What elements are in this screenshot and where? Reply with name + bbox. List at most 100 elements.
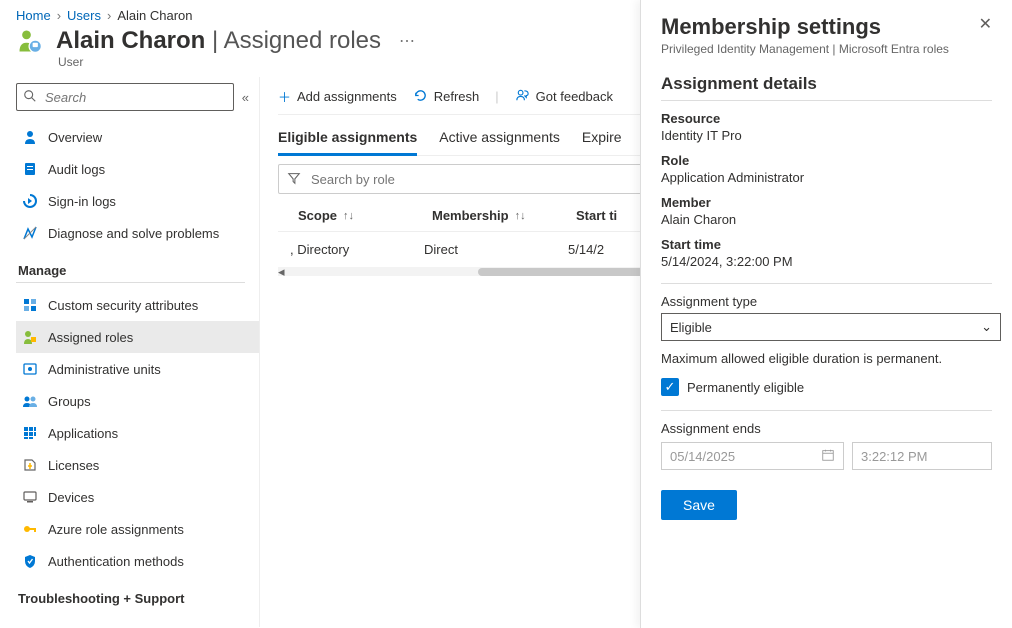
chevron-right-icon: › [57, 8, 61, 23]
licenses-icon [22, 457, 38, 473]
sidebar-item-label: Assigned roles [48, 330, 133, 345]
roles-icon [22, 329, 38, 345]
button-label: Got feedback [536, 89, 613, 104]
sidebar-item-label: Groups [48, 394, 91, 409]
attributes-icon [22, 297, 38, 313]
checkbox-checked-icon: ✓ [661, 378, 679, 396]
tab-active[interactable]: Active assignments [439, 129, 560, 155]
member-value: Alain Charon [661, 212, 992, 227]
end-date-value: 05/14/2025 [670, 449, 735, 464]
sidebar-item-label: Custom security attributes [48, 298, 198, 313]
sidebar-item-custom-security[interactable]: Custom security attributes [16, 289, 259, 321]
select-value: Eligible [670, 320, 712, 335]
breadcrumb-users[interactable]: Users [67, 8, 101, 23]
sidebar-item-applications[interactable]: Applications [16, 417, 259, 449]
role-filter-input[interactable] [309, 171, 649, 188]
member-label: Member [661, 195, 992, 210]
user-name: Alain Charon [56, 27, 205, 54]
breadcrumb-home[interactable]: Home [16, 8, 51, 23]
page-title: Alain Charon | Assigned roles [56, 27, 381, 54]
close-panel-button[interactable]: ✕ [979, 14, 992, 34]
refresh-icon [413, 88, 428, 106]
assignment-details-heading: Assignment details [661, 74, 992, 101]
sidebar-heading-manage: Manage [18, 263, 259, 278]
sidebar-item-diagnose[interactable]: Diagnose and solve problems [16, 217, 259, 249]
chevron-right-icon: › [107, 8, 111, 23]
resource-value: Identity IT Pro [661, 128, 992, 143]
search-icon [23, 89, 37, 106]
person-icon [22, 129, 38, 145]
sidebar-item-label: Authentication methods [48, 554, 184, 569]
sidebar-item-auth-methods[interactable]: Authentication methods [16, 545, 259, 577]
column-scope[interactable]: Scope↑↓ [298, 208, 428, 223]
assignment-type-select[interactable]: Eligible ⌄ [661, 313, 1001, 341]
sidebar-item-groups[interactable]: Groups [16, 385, 259, 417]
tab-expired[interactable]: Expire [582, 129, 622, 155]
start-time-label: Start time [661, 237, 992, 252]
more-actions-button[interactable]: ⋯ [393, 31, 421, 51]
sidebar-item-label: Azure role assignments [48, 522, 184, 537]
apps-icon [22, 425, 38, 441]
add-assignments-button[interactable]: ＋ Add assignments [278, 87, 397, 106]
signin-icon [22, 193, 38, 209]
sidebar-item-overview[interactable]: Overview [16, 121, 259, 153]
sidebar-item-signin-logs[interactable]: Sign-in logs [16, 185, 259, 217]
start-time-value: 5/14/2024, 3:22:00 PM [661, 254, 992, 269]
admin-units-icon [22, 361, 38, 377]
role-filter[interactable] [278, 164, 658, 194]
duration-help-text: Maximum allowed eligible duration is per… [661, 351, 992, 366]
chevron-down-icon: ⌄ [981, 319, 992, 335]
got-feedback-button[interactable]: Got feedback [515, 88, 613, 106]
sidebar-item-audit-logs[interactable]: Audit logs [16, 153, 259, 185]
end-time-value: 3:22:12 PM [861, 449, 928, 464]
checkbox-label: Permanently eligible [687, 380, 804, 395]
collapse-sidebar-button[interactable]: « [242, 90, 249, 105]
resource-label: Resource [661, 111, 992, 126]
sidebar-item-assigned-roles[interactable]: Assigned roles [16, 321, 259, 353]
sidebar-item-label: Overview [48, 130, 102, 145]
save-button[interactable]: Save [661, 490, 737, 520]
sidebar-item-admin-units[interactable]: Administrative units [16, 353, 259, 385]
end-date-input[interactable]: 05/14/2025 [661, 442, 844, 470]
breadcrumb-current: Alain Charon [117, 8, 192, 23]
calendar-icon [821, 448, 835, 465]
feedback-icon [515, 88, 530, 106]
end-time-input[interactable]: 3:22:12 PM [852, 442, 992, 470]
sidebar-item-label: Applications [48, 426, 118, 441]
role-label: Role [661, 153, 992, 168]
page-section: Assigned roles [224, 27, 381, 54]
sidebar-item-label: Diagnose and solve problems [48, 226, 219, 241]
key-icon [22, 521, 38, 537]
column-membership[interactable]: Membership↑↓ [432, 208, 572, 223]
diagnose-icon [22, 225, 38, 241]
panel-title: Membership settings [661, 14, 949, 40]
sidebar-item-devices[interactable]: Devices [16, 481, 259, 513]
button-label: Refresh [434, 89, 480, 104]
tab-eligible[interactable]: Eligible assignments [278, 129, 417, 156]
clipboard-icon [22, 161, 38, 177]
scroll-left-icon[interactable]: ◂ [278, 264, 285, 280]
filter-icon [287, 171, 301, 188]
sidebar-item-label: Administrative units [48, 362, 161, 377]
sort-icon: ↑↓ [343, 210, 354, 222]
groups-icon [22, 393, 38, 409]
role-value: Application Administrator [661, 170, 992, 185]
membership-settings-panel: Membership settings Privileged Identity … [640, 0, 1012, 628]
sidebar: « Overview Audit logs Sign-in logs Diagn… [0, 77, 260, 627]
cell-scope: Directory [297, 242, 349, 257]
sidebar-item-label: Devices [48, 490, 94, 505]
refresh-button[interactable]: Refresh [413, 88, 480, 106]
sort-icon: ↑↓ [515, 210, 526, 222]
permanently-eligible-checkbox[interactable]: ✓ Permanently eligible [661, 378, 992, 396]
button-label: Add assignments [297, 89, 397, 104]
assignment-ends-label: Assignment ends [661, 421, 992, 436]
devices-icon [22, 489, 38, 505]
sidebar-item-label: Licenses [48, 458, 99, 473]
sidebar-search[interactable] [16, 83, 234, 111]
sidebar-heading-troubleshoot: Troubleshooting + Support [18, 591, 259, 606]
sidebar-item-azure-roles[interactable]: Azure role assignments [16, 513, 259, 545]
plus-icon: ＋ [278, 87, 291, 106]
sidebar-item-licenses[interactable]: Licenses [16, 449, 259, 481]
sidebar-search-input[interactable] [43, 89, 227, 106]
user-avatar-icon [16, 27, 44, 55]
